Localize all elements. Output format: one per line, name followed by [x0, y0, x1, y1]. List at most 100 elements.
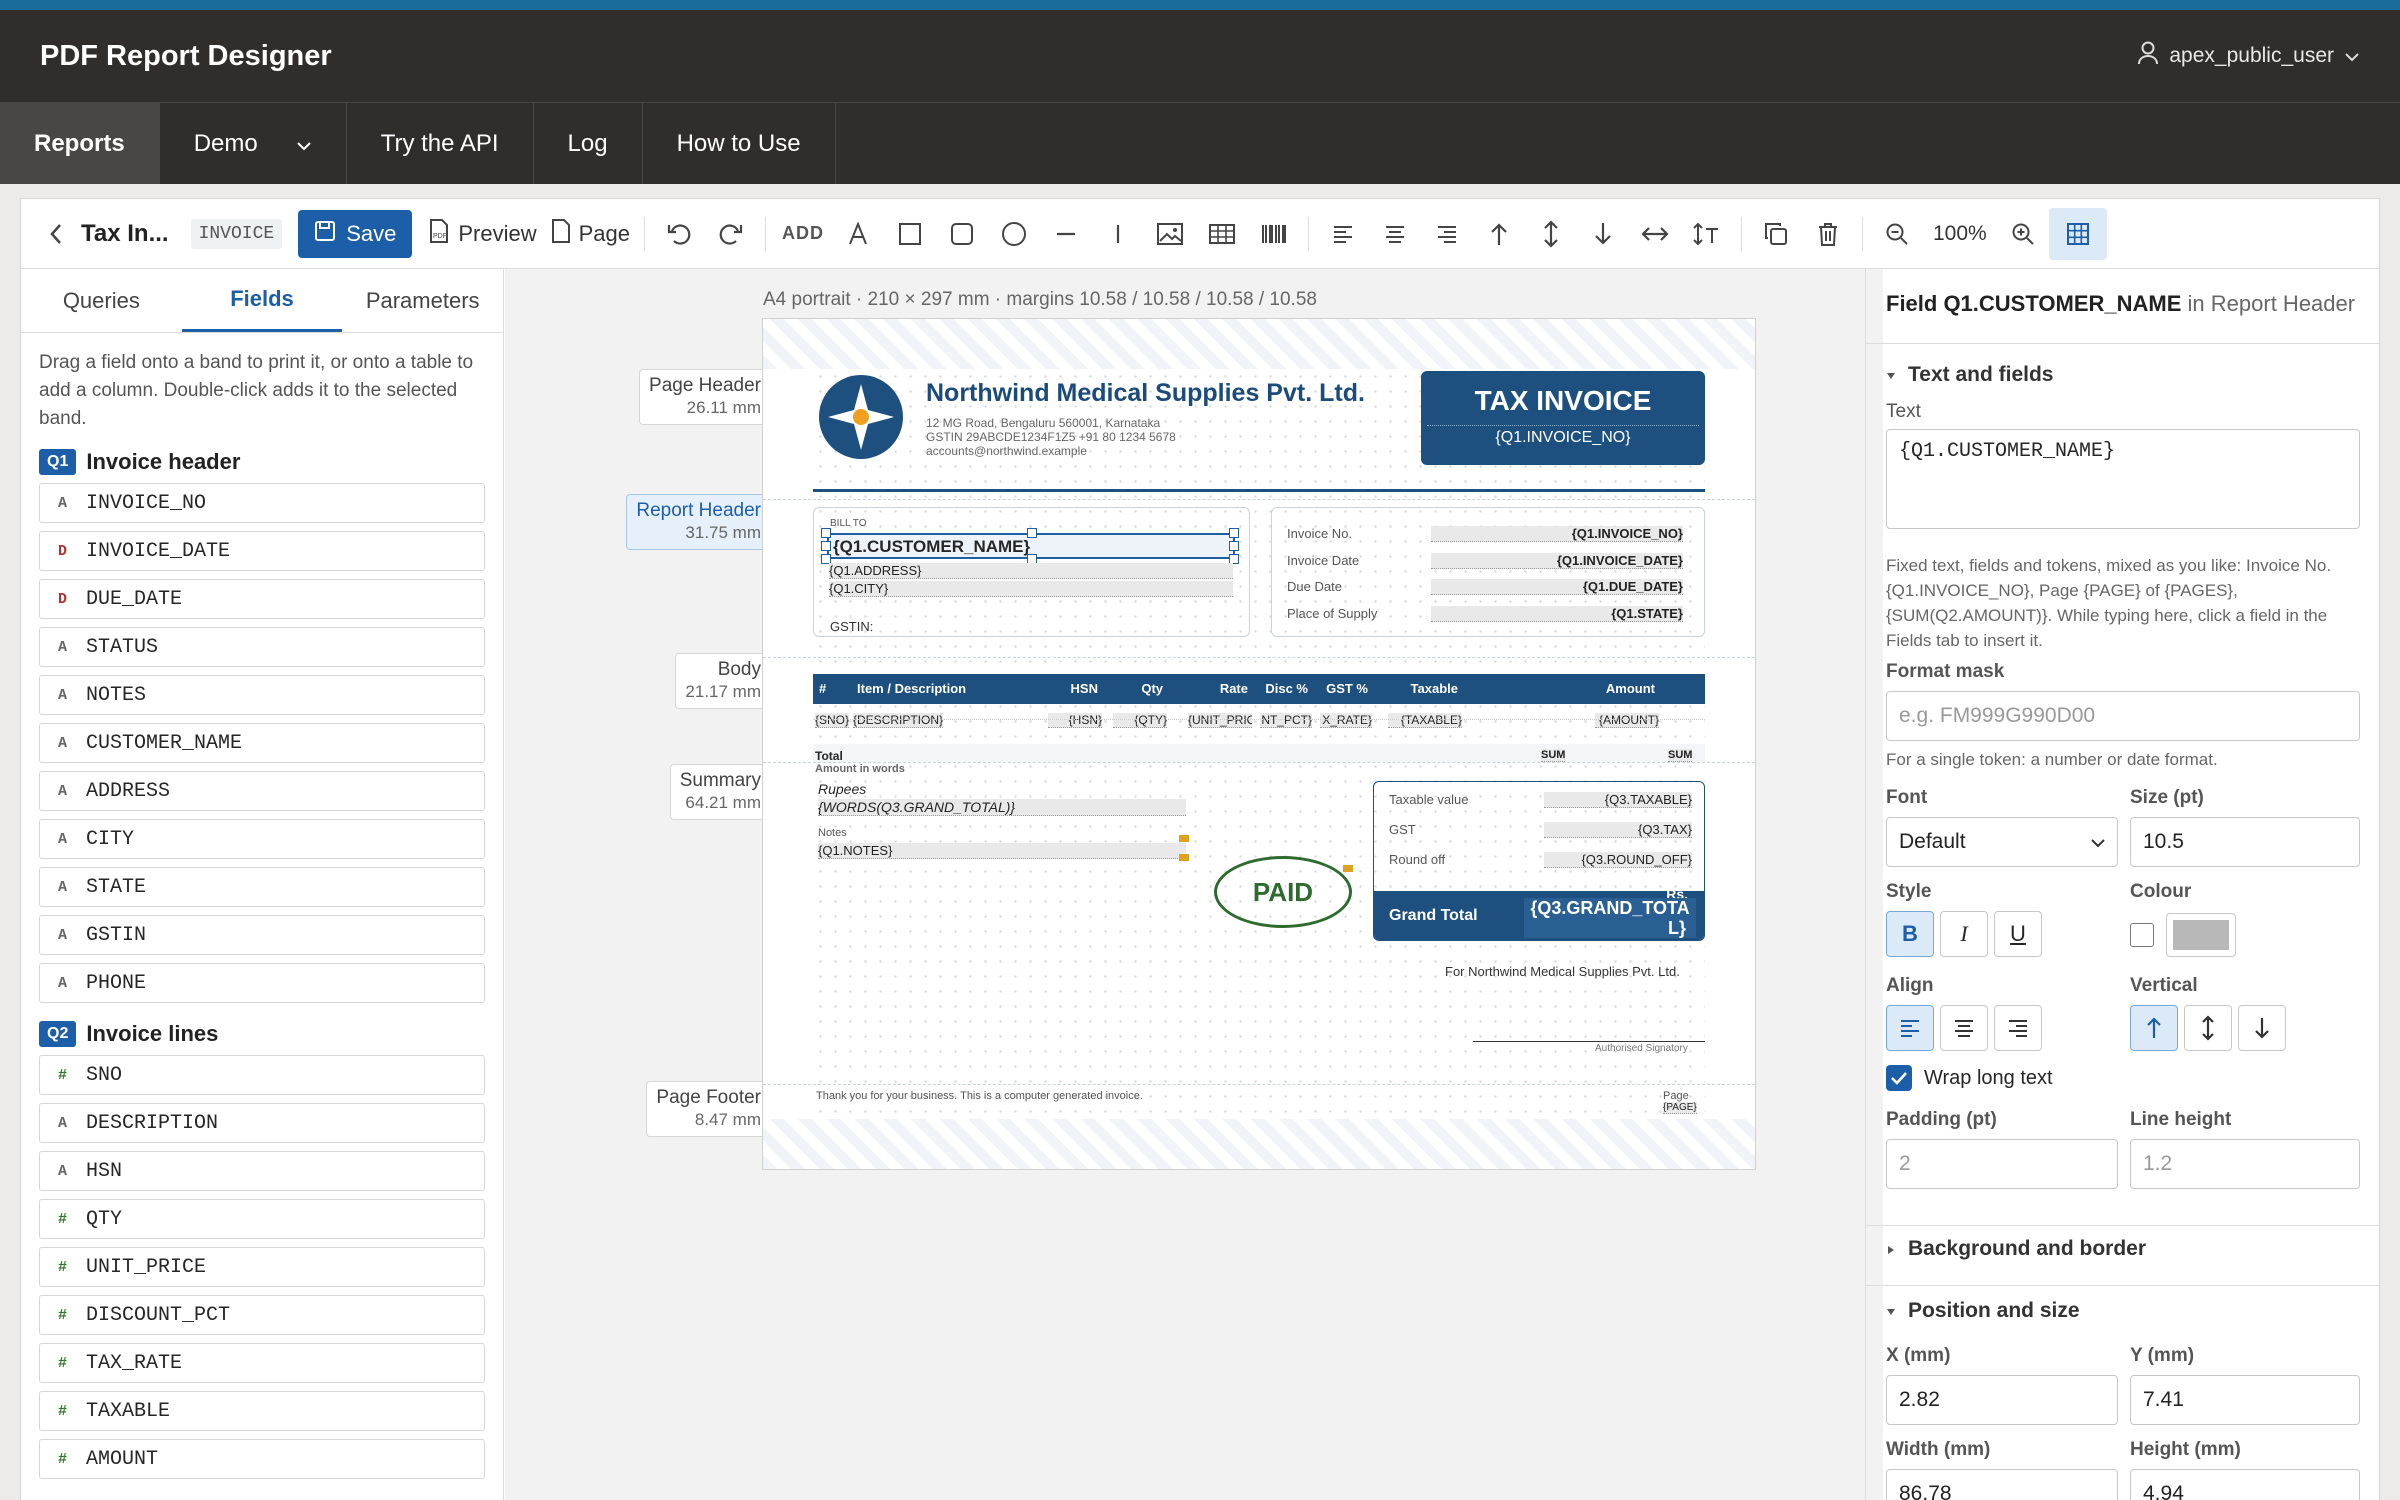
- field-item-customer-name[interactable]: A CUSTOMER_NAME: [39, 723, 485, 763]
- page-number-field[interactable]: {PAGE}: [1663, 1102, 1697, 1114]
- zoom-in-icon[interactable]: [1997, 211, 2049, 257]
- tab-parameters[interactable]: Parameters: [342, 269, 503, 332]
- delete-icon[interactable]: [1802, 211, 1854, 257]
- align-left-icon[interactable]: [1317, 211, 1369, 257]
- nav-demo[interactable]: Demo: [160, 103, 347, 184]
- meta-label[interactable]: Due Date: [1287, 579, 1342, 594]
- background-border-section[interactable]: Background and border: [1886, 1237, 2146, 1261]
- field-item-discount-pct[interactable]: # DISCOUNT_PCT: [39, 1295, 485, 1335]
- align-left-icon[interactable]: [1886, 1005, 1934, 1051]
- page-number-label[interactable]: Page: [1663, 1090, 1689, 1102]
- rupees-label[interactable]: Rupees: [818, 781, 866, 797]
- padding-input[interactable]: 2: [1886, 1139, 2118, 1189]
- signatory-label[interactable]: Authorised Signatory: [1595, 1043, 1688, 1054]
- meta-label[interactable]: Invoice No.: [1287, 526, 1352, 541]
- meta-value[interactable]: {Q1.INVOICE_NO}: [1431, 526, 1683, 542]
- field-item-invoice-date[interactable]: D INVOICE_DATE: [39, 531, 485, 571]
- align-bottom-icon[interactable]: [1577, 211, 1629, 257]
- field-item-status[interactable]: A STATUS: [39, 627, 485, 667]
- resize-handle[interactable]: [1027, 528, 1037, 538]
- vertical-line-tool-icon[interactable]: [1092, 211, 1144, 257]
- table-header-cell[interactable]: GST %: [1310, 681, 1368, 696]
- totals-value[interactable]: {Q3.TAX}: [1544, 822, 1692, 838]
- redo-icon[interactable]: [705, 211, 757, 257]
- table-cell[interactable]: {HSN}: [1048, 713, 1102, 728]
- notes-field[interactable]: {Q1.NOTES}: [818, 843, 1186, 859]
- field-item-hsn[interactable]: A HSN: [39, 1151, 485, 1191]
- ellipse-tool-icon[interactable]: [988, 211, 1040, 257]
- height-input[interactable]: 4.94: [2130, 1469, 2360, 1500]
- tab-queries[interactable]: Queries: [21, 269, 182, 332]
- colour-swatch[interactable]: [2166, 913, 2236, 957]
- align-middle-icon[interactable]: [1525, 211, 1577, 257]
- table-cell[interactable]: X_RATE}: [1320, 713, 1372, 728]
- field-group-header[interactable]: Q1 Invoice header: [21, 441, 503, 483]
- company-logo[interactable]: [818, 374, 904, 465]
- company-email[interactable]: accounts@northwind.example: [926, 444, 1087, 458]
- totals-box[interactable]: Taxable value {Q3.TAXABLE} GST {Q3.TAX} Roun…: [1373, 781, 1705, 941]
- nav-try-api[interactable]: Try the API: [347, 103, 534, 184]
- field-item-description[interactable]: A DESCRIPTION: [39, 1103, 485, 1143]
- band-label-summary[interactable]: Summary 64.21 mm: [669, 764, 771, 820]
- table-cell[interactable]: NT_PCT}: [1260, 713, 1312, 728]
- totals-value[interactable]: {Q3.TAXABLE}: [1544, 792, 1692, 808]
- table-cell[interactable]: {AMOUNT}: [1595, 713, 1659, 728]
- italic-icon[interactable]: I: [1940, 911, 1988, 957]
- meta-label[interactable]: Invoice Date: [1287, 553, 1359, 568]
- nav-how-to-use[interactable]: How to Use: [643, 103, 836, 184]
- undo-icon[interactable]: [653, 211, 705, 257]
- meta-value[interactable]: {Q1.INVOICE_DATE}: [1431, 552, 1683, 569]
- field-item-unit-price[interactable]: # UNIT_PRICE: [39, 1247, 485, 1287]
- meta-value[interactable]: {Q1.DUE_DATE}: [1431, 579, 1683, 595]
- bold-icon[interactable]: B: [1886, 911, 1934, 957]
- nav-log[interactable]: Log: [534, 103, 643, 184]
- gstin-label[interactable]: GSTIN:: [830, 619, 873, 634]
- font-select[interactable]: Default: [1886, 817, 2118, 867]
- field-item-address[interactable]: A ADDRESS: [39, 771, 485, 811]
- totals-label[interactable]: Taxable value: [1389, 792, 1469, 807]
- footer-text[interactable]: Thank you for your business. This is a c…: [816, 1090, 1143, 1102]
- table-tool-icon[interactable]: [1196, 211, 1248, 257]
- amount-words-field[interactable]: {WORDS(Q3.GRAND_TOTAL)}: [818, 799, 1186, 816]
- tax-invoice-box[interactable]: TAX INVOICE {Q1.INVOICE_NO}: [1421, 371, 1705, 465]
- field-item-notes[interactable]: A NOTES: [39, 675, 485, 715]
- size-input[interactable]: 10.5: [2130, 817, 2360, 867]
- field-item-qty[interactable]: # QTY: [39, 1199, 485, 1239]
- table-header-cell[interactable]: Taxable: [1378, 681, 1458, 696]
- report-page[interactable]: Northwind Medical Supplies Pvt. Ltd. 12 …: [763, 319, 1755, 1169]
- align-right-icon[interactable]: [1421, 211, 1473, 257]
- address-field[interactable]: {Q1.ADDRESS}: [829, 563, 1233, 579]
- field-item-taxable[interactable]: # TAXABLE: [39, 1391, 485, 1431]
- company-name[interactable]: Northwind Medical Supplies Pvt. Ltd.: [926, 379, 1365, 408]
- table-header-cell[interactable]: Amount: [1585, 681, 1655, 696]
- meta-value[interactable]: {Q1.STATE}: [1431, 605, 1683, 622]
- back-icon[interactable]: [41, 211, 71, 257]
- text-and-fields-section[interactable]: Text and fields: [1886, 363, 2053, 387]
- line-height-input[interactable]: 1.2: [2130, 1139, 2360, 1189]
- align-center-icon[interactable]: [1940, 1005, 1988, 1051]
- field-item-gstin[interactable]: A GSTIN: [39, 915, 485, 955]
- field-item-phone[interactable]: A PHONE: [39, 963, 485, 1003]
- vertical-middle-icon[interactable]: [2184, 1005, 2232, 1051]
- image-tool-icon[interactable]: [1144, 211, 1196, 257]
- for-company-text[interactable]: For Northwind Medical Supplies Pvt. Ltd.: [1445, 964, 1680, 979]
- underline-icon[interactable]: U: [1994, 911, 2042, 957]
- totals-value[interactable]: {Q3.ROUND_OFF}: [1544, 852, 1692, 868]
- field-item-invoice-no[interactable]: A INVOICE_NO: [39, 483, 485, 523]
- align-top-icon[interactable]: [1473, 211, 1525, 257]
- totals-label[interactable]: GST: [1389, 822, 1416, 837]
- field-item-state[interactable]: A STATE: [39, 867, 485, 907]
- band-label-body[interactable]: Body 21.17 mm: [675, 653, 771, 709]
- field-item-tax-rate[interactable]: # TAX_RATE: [39, 1343, 485, 1383]
- resize-handle[interactable]: [821, 541, 831, 551]
- band-label-page-footer[interactable]: Page Footer 8.47 mm: [646, 1081, 771, 1137]
- field-item-due-date[interactable]: D DUE_DATE: [39, 579, 485, 619]
- duplicate-icon[interactable]: [1750, 211, 1802, 257]
- rectangle-tool-icon[interactable]: [884, 211, 936, 257]
- y-input[interactable]: 7.41: [2130, 1375, 2360, 1425]
- city-field[interactable]: {Q1.CITY}: [829, 581, 1233, 597]
- signature-line[interactable]: [1473, 1041, 1705, 1042]
- table-header-cell[interactable]: Rate: [1178, 681, 1248, 696]
- table-cell[interactable]: {DESCRIPTION}: [853, 713, 944, 728]
- totals-label[interactable]: Round off: [1389, 852, 1445, 867]
